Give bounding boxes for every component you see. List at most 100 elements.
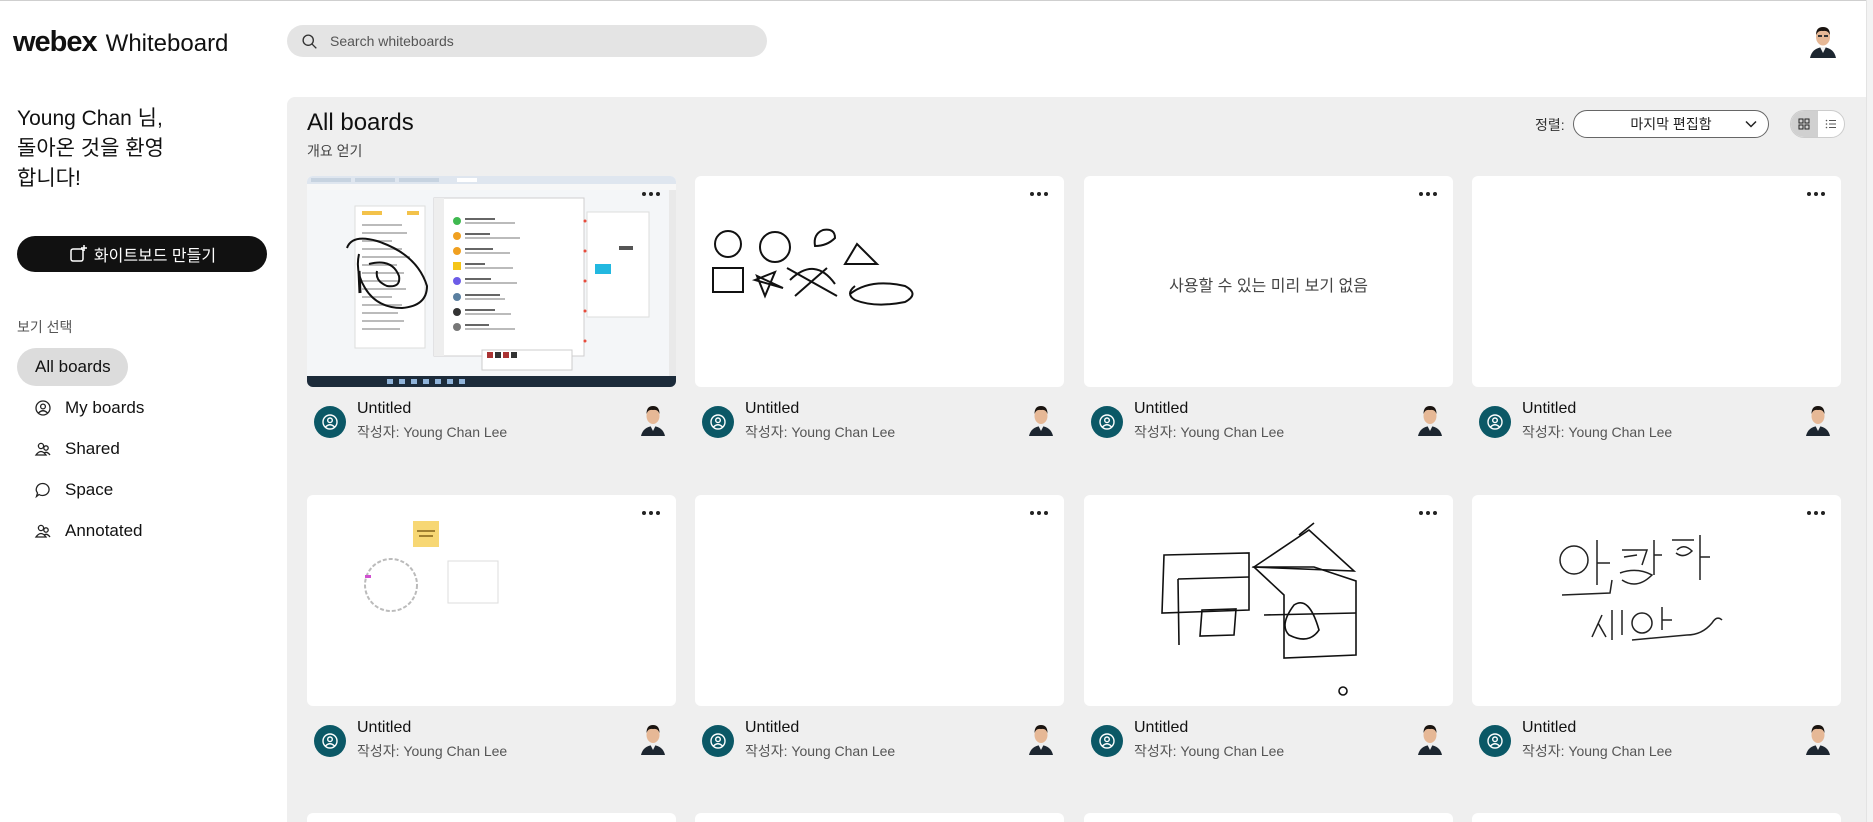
- board-meta: Untitled 작성자: Young Chan Lee: [307, 716, 676, 766]
- board-author: 작성자: Young Chan Lee: [745, 424, 896, 440]
- grid-icon: [1798, 118, 1810, 130]
- owner-icon: [1479, 725, 1511, 757]
- board-meta: Untitled 작성자: Young Chan Lee: [695, 397, 1064, 447]
- board-thumbnail[interactable]: [307, 495, 676, 706]
- author-avatar: [641, 725, 665, 755]
- webex-whiteboard-logo[interactable]: webex Whiteboard: [13, 26, 228, 59]
- sort-label: 정렬:: [1535, 117, 1565, 133]
- author-avatar: [1029, 725, 1053, 755]
- sidebar-item-all-boards[interactable]: All boards: [17, 348, 128, 386]
- welcome-message: Young Chan 님, 돌아온 것을 환영 합니다!: [17, 104, 217, 194]
- sidebar-item-label: All boards: [35, 357, 111, 376]
- screenshot-preview: [307, 176, 676, 387]
- more-options-button[interactable]: [636, 501, 666, 525]
- board-author: 작성자: Young Chan Lee: [357, 743, 508, 759]
- board-author: 작성자: Young Chan Lee: [357, 424, 508, 440]
- people-icon: [34, 524, 51, 538]
- more-options-button[interactable]: [1801, 182, 1831, 206]
- board-card-partial[interactable]: [695, 813, 1064, 822]
- owner-icon: [314, 406, 346, 438]
- logo-product: Whiteboard: [105, 30, 229, 57]
- sidebar-nav: All boards My boards Shared Space Annota…: [17, 348, 267, 553]
- board-title[interactable]: Untitled: [357, 719, 411, 737]
- board-meta: Untitled 작성자: Young Chan Lee: [1472, 397, 1841, 447]
- logo-brand: webex: [13, 26, 98, 58]
- sticky-circle-preview: [364, 521, 499, 612]
- author-avatar: [1806, 725, 1830, 755]
- board-title[interactable]: Untitled: [745, 400, 799, 418]
- board-thumbnail[interactable]: [695, 176, 1064, 387]
- house-drawing-preview: [1161, 522, 1357, 696]
- sort-dropdown[interactable]: 마지막 편집함: [1573, 110, 1769, 138]
- chat-bubble-icon: [35, 482, 50, 499]
- board-title[interactable]: Untitled: [745, 719, 799, 737]
- create-whiteboard-label: 화이트보드 만들기: [93, 248, 217, 265]
- sidebar-item-shared[interactable]: Shared: [17, 430, 267, 468]
- owner-icon: [702, 406, 734, 438]
- more-options-button[interactable]: [1413, 501, 1443, 525]
- board-meta: Untitled 작성자: Young Chan Lee: [1084, 397, 1453, 447]
- board-author: 작성자: Young Chan Lee: [1134, 743, 1285, 759]
- board-meta: Untitled 작성자: Young Chan Lee: [307, 397, 676, 447]
- handwriting-preview: [1559, 535, 1723, 641]
- owner-icon: [702, 725, 734, 757]
- list-view-button[interactable]: [1818, 111, 1845, 137]
- board-title[interactable]: Untitled: [1134, 719, 1188, 737]
- page-title: All boards: [307, 109, 414, 136]
- board-thumbnail[interactable]: [1472, 176, 1841, 387]
- board-thumbnail[interactable]: [1472, 495, 1841, 706]
- more-options-button[interactable]: [1024, 182, 1054, 206]
- create-whiteboard-button[interactable]: 화이트보드 만들기: [17, 236, 267, 272]
- welcome-line: 돌아온 것을 환영: [17, 137, 164, 160]
- shapes-drawing-preview: [712, 228, 914, 306]
- more-options-button[interactable]: [1024, 501, 1054, 525]
- search-bar[interactable]: [287, 25, 767, 57]
- sidebar-item-label: Shared: [65, 439, 120, 458]
- board-title[interactable]: Untitled: [357, 400, 411, 418]
- board-author: 작성자: Young Chan Lee: [1522, 424, 1673, 440]
- author-avatar: [1029, 406, 1053, 436]
- sort-value: 마지막 편집함: [1630, 116, 1712, 132]
- board-thumbnail[interactable]: 사용할 수 있는 미리 보기 없음: [1084, 176, 1453, 387]
- owner-icon: [1091, 725, 1123, 757]
- board-thumbnail[interactable]: [695, 495, 1064, 706]
- sidebar-item-my-boards[interactable]: My boards: [17, 389, 267, 427]
- grid-view-button[interactable]: [1791, 111, 1818, 137]
- people-icon: [34, 442, 51, 456]
- sidebar-item-annotated[interactable]: Annotated: [17, 512, 267, 550]
- board-card-partial[interactable]: [1472, 813, 1841, 822]
- board-author: 작성자: Young Chan Lee: [1522, 743, 1673, 759]
- annotated-screenshot-image: [307, 176, 676, 387]
- user-avatar[interactable]: [1808, 24, 1838, 58]
- board-author: 작성자: Young Chan Lee: [745, 743, 896, 759]
- page-scrollbar[interactable]: [1866, 0, 1873, 822]
- welcome-line: 합니다!: [17, 167, 81, 190]
- board-meta: Untitled 작성자: Young Chan Lee: [1472, 716, 1841, 766]
- overview-link[interactable]: 개요 얻기: [307, 141, 362, 161]
- board-thumbnail[interactable]: [307, 176, 676, 387]
- owner-icon: [1479, 406, 1511, 438]
- author-avatar: [1418, 725, 1442, 755]
- board-card-partial[interactable]: [307, 813, 676, 822]
- sidebar-item-label: Space: [65, 480, 114, 499]
- board-card-partial[interactable]: [1084, 813, 1453, 822]
- author-avatar: [641, 406, 665, 436]
- board-title[interactable]: Untitled: [1134, 400, 1188, 418]
- sidebar-item-space[interactable]: Space: [17, 471, 267, 509]
- chevron-down-icon: [1745, 120, 1757, 128]
- more-options-button[interactable]: [1801, 501, 1831, 525]
- board-title[interactable]: Untitled: [1522, 719, 1576, 737]
- more-options-button[interactable]: [636, 182, 666, 206]
- sidebar-item-label: Annotated: [65, 521, 143, 540]
- more-options-button[interactable]: [1413, 182, 1443, 206]
- welcome-line: Young Chan 님,: [17, 107, 163, 130]
- board-title[interactable]: Untitled: [1522, 400, 1576, 418]
- search-input[interactable]: [330, 33, 750, 49]
- board-author: 작성자: Young Chan Lee: [1134, 424, 1285, 440]
- window-top-border: [0, 0, 1873, 4]
- author-avatar: [1418, 406, 1442, 436]
- new-board-icon: [70, 245, 87, 262]
- owner-icon: [314, 725, 346, 757]
- board-thumbnail[interactable]: [1084, 495, 1453, 706]
- board-meta: Untitled 작성자: Young Chan Lee: [695, 716, 1064, 766]
